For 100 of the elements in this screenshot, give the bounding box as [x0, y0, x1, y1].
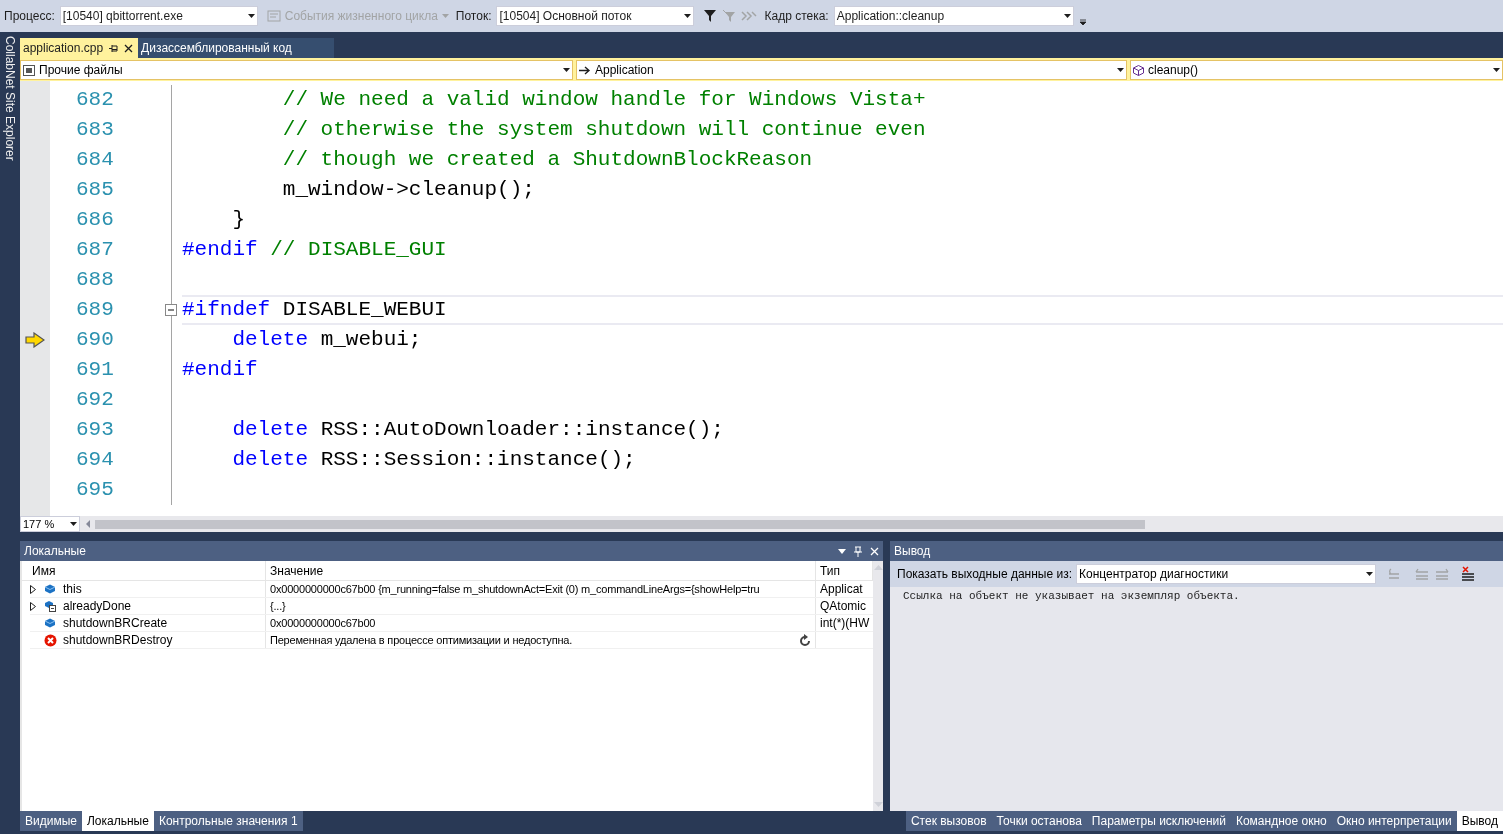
caret-icon: [70, 522, 77, 526]
stack-frame-dropdown[interactable]: Application::cleanup: [833, 6, 1074, 26]
code-line: m_window->cleanup();: [281, 177, 535, 203]
variable-name: shutdownBRDestroy: [63, 632, 173, 648]
line-number: 688: [76, 267, 114, 293]
filter-icon: [722, 9, 737, 23]
tool-window-tab[interactable]: Видимые: [20, 811, 82, 831]
caret-icon: [1117, 68, 1124, 72]
line-number: 691: [76, 357, 114, 383]
variable-value: 0x0000000000c67b00: [270, 615, 377, 631]
caret-icon: [1366, 572, 1373, 576]
panel-title: Вывод: [894, 543, 931, 560]
line-number: 686: [76, 207, 114, 233]
variable-name: this: [63, 581, 82, 597]
previous-icon: [1414, 566, 1430, 582]
table-row[interactable]: shutdownBRCreate 0x0000000000c67b00 int(*)(HW: [30, 615, 874, 632]
code-line: // though we created a ShutdownBlockReason: [281, 147, 813, 173]
thread-label: Поток:: [455, 8, 492, 25]
code-line: delete RSS::AutoDownloader::instance();: [231, 417, 724, 443]
line-number: 683: [76, 117, 114, 143]
code-line: #endif // DISABLE_GUI: [182, 237, 447, 263]
column-header[interactable]: Имя: [22, 561, 266, 580]
line-number: 694: [76, 447, 114, 473]
line-number: 690: [76, 327, 114, 353]
field-icon: [44, 616, 57, 630]
tool-window-tab[interactable]: Командное окно: [1230, 811, 1332, 831]
tool-window-tab[interactable]: Локальные: [81, 811, 154, 831]
scope-dropdown[interactable]: Application: [576, 60, 1127, 80]
close-icon: [124, 43, 134, 53]
code-line: #endif: [182, 357, 258, 383]
caret-icon: [441, 14, 449, 18]
cube-icon: [1133, 64, 1144, 76]
variable-type: QAtomic: [820, 598, 866, 614]
project-icon: [23, 64, 35, 76]
code-line: delete m_webui;: [231, 327, 422, 353]
code-line: // otherwise the system shutdown will continue even: [281, 117, 926, 143]
caret-icon: [563, 68, 570, 72]
pin-icon: [854, 545, 862, 557]
process-label: Процесс:: [4, 8, 55, 25]
table-row[interactable]: this 0x0000000000c67b00 {m_running=false m_shutdownAct=Exit (0) m_commandLineArgs={showHelp=tru Applicat: [30, 581, 874, 598]
line-number: 682: [76, 87, 114, 113]
error-icon: [44, 633, 57, 647]
tool-window-tab[interactable]: Параметры исключений: [1086, 811, 1231, 831]
document-tab[interactable]: Дизассемблированный код: [138, 38, 334, 58]
line-number: 684: [76, 147, 114, 173]
scroll-down-icon: [873, 802, 883, 807]
line-number: 685: [76, 177, 114, 203]
refresh-icon[interactable]: [799, 633, 811, 647]
table-row[interactable]: alreadyDone {...} QAtomic: [30, 598, 874, 615]
variable-value: 0x0000000000c67b00 {m_running=false m_shutdownAct=Exit (0) m_commandLineArgs={showHelp=tru: [270, 581, 761, 597]
code-line: #ifndef DISABLE_WEBUI: [182, 297, 447, 323]
line-number: 692: [76, 387, 114, 413]
output-source-dropdown[interactable]: Концентратор диагностики: [1076, 564, 1376, 584]
dropdown-icon: [838, 548, 846, 554]
member-dropdown[interactable]: cleanup(): [1130, 60, 1503, 80]
tool-window-tab[interactable]: Стек вызовов: [905, 811, 992, 831]
field-icon: [44, 582, 57, 596]
table-row[interactable]: shutdownBRDestroy Переменная удалена в процессе оптимизации и недоступна.: [30, 632, 874, 649]
document-tab[interactable]: application.cpp: [20, 38, 139, 58]
tool-window-tab[interactable]: Окно интерпретации: [1331, 811, 1457, 831]
clear-all-icon: [1460, 566, 1476, 582]
tool-window-tab[interactable]: Точки останова: [991, 811, 1087, 831]
process-dropdown[interactable]: [10540] qbittorrent.exe: [59, 6, 258, 26]
go-to-icon: [1386, 566, 1402, 582]
line-number: 695: [76, 477, 114, 503]
caret-icon: [1063, 14, 1071, 18]
tool-window-tab[interactable]: Вывод: [1456, 811, 1503, 831]
threads-icon: [741, 9, 758, 23]
next-icon: [1434, 566, 1450, 582]
code-line: delete RSS::Session::instance();: [231, 447, 636, 473]
variable-name: shutdownBRCreate: [63, 615, 168, 631]
output-source-label: Показать выходные данные из:: [897, 566, 1072, 583]
column-header[interactable]: Значение: [266, 561, 816, 580]
code-line: }: [231, 207, 245, 233]
filter-icon: [703, 9, 718, 23]
code-line: // We need a valid window handle for Windows Vista+: [281, 87, 926, 113]
caret-icon: [247, 14, 255, 18]
stack-frame-label: Кадр стека:: [764, 8, 829, 25]
panel-title: Локальные: [24, 543, 87, 560]
caret-icon: [684, 14, 692, 18]
line-number: 689: [76, 297, 114, 323]
scrollbar[interactable]: [873, 561, 883, 811]
variable-value: Переменная удалена в процессе оптимизации и недоступна.: [270, 632, 574, 648]
static-field-icon: [44, 599, 57, 613]
caret-icon: [1493, 68, 1500, 72]
variable-type: int(*)(HW: [820, 615, 870, 631]
close-icon: [870, 546, 879, 556]
scroll-left-icon: [84, 519, 92, 529]
thread-dropdown[interactable]: [10504] Основной поток: [496, 6, 695, 26]
output-text: Ссылка на объект не указывает на экземпляр объекта.: [902, 589, 1241, 604]
side-panel-tab[interactable]: CollabNet Site Explorer: [1, 36, 19, 161]
scrollbar-thumb[interactable]: [95, 519, 1145, 529]
line-number: 693: [76, 417, 114, 443]
zoom-dropdown[interactable]: 177 %: [20, 516, 80, 532]
tool-window-tab[interactable]: Контрольные значения 1: [153, 811, 303, 831]
variable-type: Applicat: [820, 581, 863, 597]
project-dropdown[interactable]: Прочие файлы: [20, 60, 573, 80]
line-number: 687: [76, 237, 114, 263]
collapse-icon[interactable]: [165, 304, 177, 316]
variable-name: alreadyDone: [63, 598, 132, 614]
